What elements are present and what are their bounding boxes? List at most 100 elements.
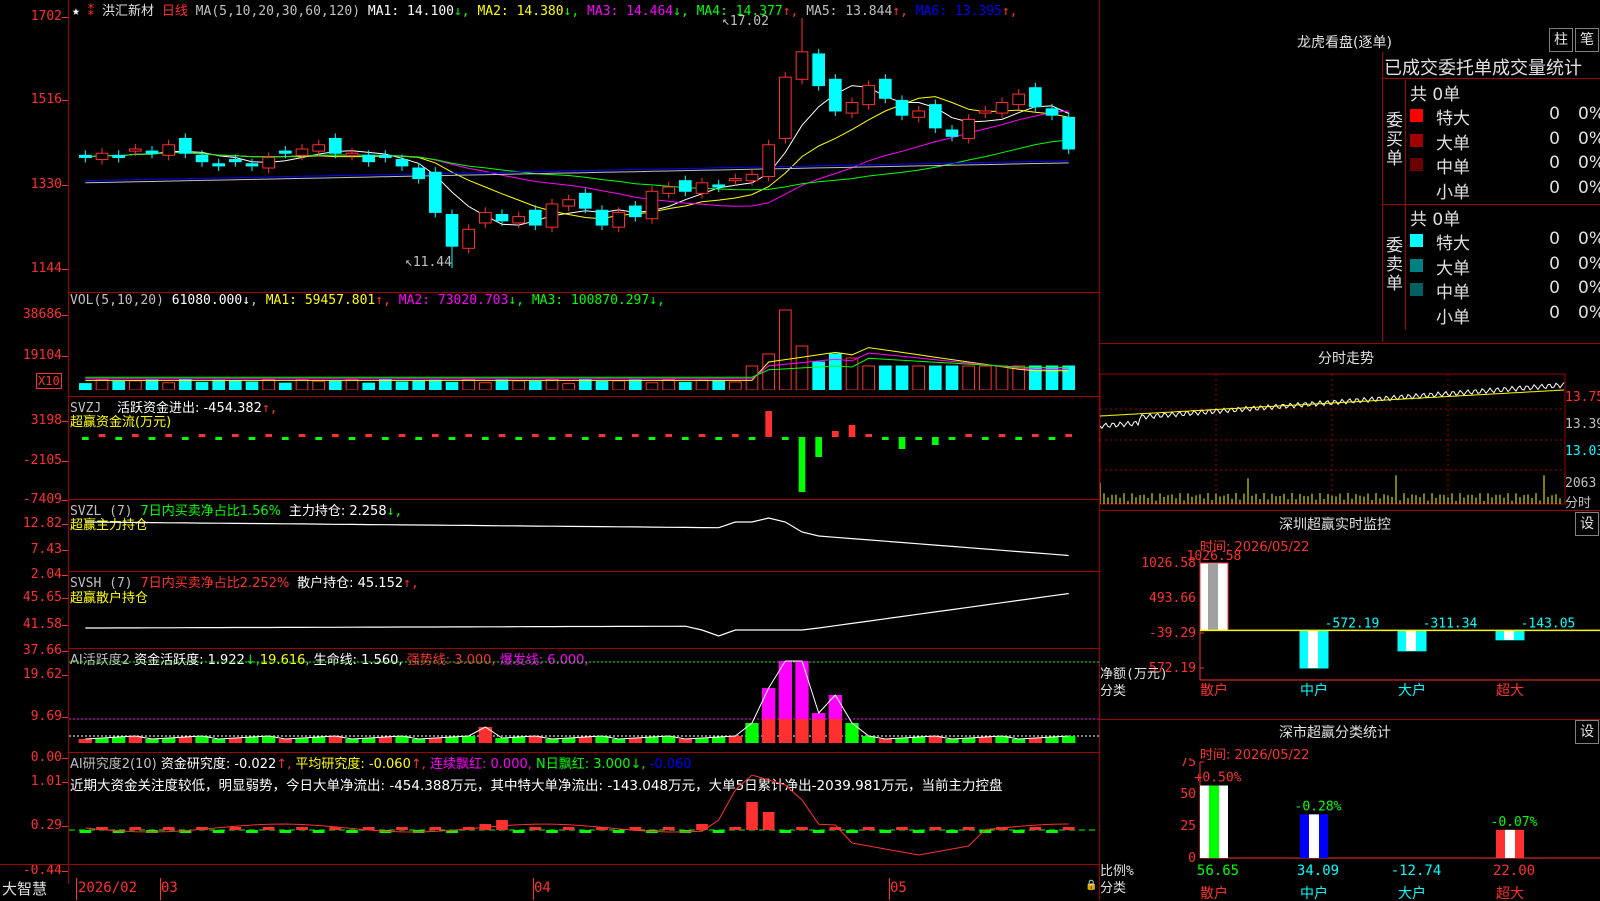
flow-bar — [415, 437, 422, 440]
activity-bar — [495, 738, 509, 743]
sell-row: 特大 0 0% — [1410, 229, 1600, 254]
svsh-line-chart[interactable] — [69, 572, 1100, 646]
timeline-tick — [76, 878, 77, 900]
lock-icon[interactable]: 🔒 — [1085, 880, 1097, 891]
class-value-label: 34.09 — [1297, 863, 1339, 879]
research-bar — [796, 827, 808, 830]
flow-bar — [615, 437, 622, 440]
flow-bar — [1015, 437, 1022, 440]
research-bar — [346, 830, 358, 833]
buy-side-label: 委买单 — [1386, 111, 1403, 169]
candle-body — [129, 148, 142, 152]
high-mark: ↖17.02 — [722, 14, 769, 29]
class-bar-chart[interactable]: 75 50 25 0 +0.50% 56.65 -0.28% 34.09 -12.74 -0.07… — [1100, 758, 1600, 900]
volume-bar — [295, 379, 309, 390]
volume-bar — [329, 380, 342, 390]
volume-bar — [962, 365, 975, 390]
volume-bar — [462, 379, 476, 390]
class-bar-highlight — [1209, 785, 1219, 858]
candle-body — [412, 167, 426, 180]
candle-body — [812, 53, 825, 87]
candle-body — [512, 216, 526, 224]
flow-bar — [782, 437, 789, 440]
sell-row: 小单 0 0% — [1410, 302, 1600, 328]
flow-bar — [582, 437, 589, 440]
stock-name: 洪汇新材 — [101, 4, 154, 19]
volume-bar — [129, 380, 142, 390]
activity-bar — [212, 739, 226, 743]
tick-view-button[interactable]: 笔 — [1575, 28, 1599, 52]
y-tick — [62, 17, 68, 18]
candle-body — [1045, 108, 1059, 116]
y-tick-label: 38686 — [22, 307, 62, 322]
volume-bar — [945, 365, 959, 390]
research-bar — [496, 820, 508, 830]
volume-bar — [412, 380, 426, 390]
svzl-line-chart[interactable] — [69, 500, 1100, 570]
candle-body — [579, 192, 592, 209]
period-label[interactable]: 日线 — [162, 4, 188, 19]
ma-values: MA1: 14.100↓, MA2: 14.380↓, MA3: 14.464↓… — [367, 4, 1018, 19]
ai-research-chart[interactable] — [69, 753, 1100, 863]
row-count: 0 — [1549, 229, 1560, 249]
candle-body — [895, 99, 909, 116]
chart-area[interactable]: ★ ⁑ 洪汇新材 日线 MA(5,10,20,30,60,120) MA1: 1… — [0, 0, 1100, 900]
volume-bar — [395, 381, 409, 390]
activity-bar — [462, 736, 476, 743]
class-settings-button[interactable]: 设 — [1575, 720, 1599, 744]
class-category: 超大 — [1496, 886, 1524, 900]
row-percent: 0% — [1578, 229, 1600, 249]
candle-body — [912, 110, 925, 118]
ai-active-chart[interactable] — [69, 649, 1100, 751]
y-tick — [62, 185, 68, 186]
research-bar — [879, 830, 892, 833]
price-candlestick-chart[interactable] — [69, 18, 1100, 280]
class-ratio-label: -0.07% — [1491, 815, 1538, 830]
candle-body — [779, 76, 792, 139]
research-bar — [296, 827, 308, 830]
candle-body — [595, 209, 609, 226]
activity-bar — [112, 737, 126, 743]
row-label: 特大 — [1436, 234, 1470, 254]
activity-bar — [578, 737, 592, 743]
activity-bar — [778, 661, 792, 719]
candle-body — [562, 199, 576, 207]
row-percent: 0% — [1578, 302, 1600, 323]
ma-value: MA1: 14.100 — [367, 4, 454, 19]
class-value-label: -12.74 — [1391, 863, 1442, 879]
monitor-bar-highlight — [1504, 630, 1514, 640]
flow-bar — [465, 434, 472, 437]
flow-bar — [98, 434, 106, 437]
activity-bar — [78, 739, 92, 743]
volume-bar — [745, 365, 759, 390]
row-count: 0 — [1549, 177, 1560, 198]
volume-bar — [229, 380, 242, 390]
monitor-bar — [1299, 629, 1329, 669]
flow-bar — [848, 425, 856, 437]
monitor-bar — [1495, 629, 1525, 641]
activity-line — [85, 660, 1069, 740]
research-bar — [946, 830, 958, 833]
candle-body — [962, 118, 975, 139]
y-tick — [62, 524, 68, 525]
svzj-chart[interactable] — [69, 397, 1100, 497]
activity-bar — [778, 719, 792, 743]
y-tick-label: 1702 — [30, 9, 62, 24]
monitor-y-tick: 493.66 — [1149, 591, 1196, 606]
star-icon[interactable]: ★ — [72, 4, 80, 19]
flow-bar — [148, 437, 156, 440]
flow-bar — [765, 411, 772, 437]
bar-view-button[interactable]: 柱 — [1549, 28, 1573, 52]
monitor-title: 深圳超赢实时监控 — [1279, 517, 1391, 533]
intraday-chart[interactable] — [1100, 370, 1600, 510]
monitor-bar-chart[interactable]: 1026.58493.66-39.29-572.191026.58-572.19… — [1100, 550, 1600, 720]
activity-bar — [828, 695, 842, 719]
ma-line — [85, 162, 1069, 184]
y-tick — [62, 269, 68, 270]
research-bar — [512, 830, 525, 833]
candle-body — [395, 159, 409, 167]
class-ylabel: 比例% — [1100, 864, 1134, 879]
y-tick-label: -7409 — [22, 492, 62, 507]
volume-chart[interactable] — [69, 305, 1100, 390]
monitor-settings-button[interactable]: 设 — [1575, 512, 1599, 536]
